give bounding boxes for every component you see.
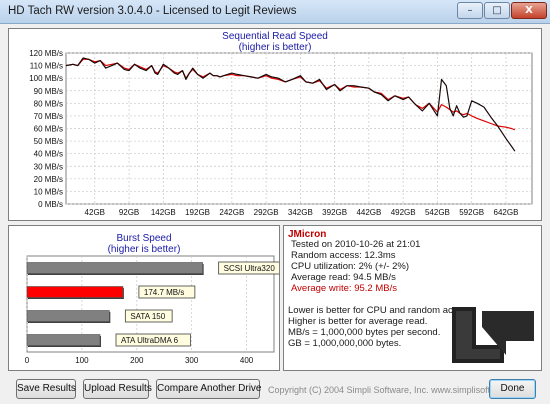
upload-results-label: Upload Results [84, 383, 152, 394]
compare-drive-button[interactable]: Compare Another Drive [156, 379, 262, 399]
burst-x-tick-label: 0 [25, 356, 30, 365]
x-tick-label: 492GB [391, 208, 416, 217]
y-tick-label: 60 MB/s [34, 125, 63, 134]
x-tick-label: 142GB [151, 208, 176, 217]
burst-speed-chart: 0 100 200 300 400 SCSI Ultra320 174.7 MB/s SATA… [25, 255, 279, 365]
close-button[interactable]: X [511, 2, 547, 19]
x-tick-label: 42GB [85, 208, 105, 217]
y-tick-label: 110 MB/s [30, 62, 63, 71]
burst-bar-label: SATA 150 [130, 312, 165, 321]
minimize-button[interactable]: – [457, 2, 483, 19]
average-write: Average write: 95.2 MB/s [291, 283, 397, 294]
window-title: HD Tach RW version 3.0.4.0 - Licensed to… [8, 5, 297, 17]
burst-bar [26, 286, 124, 298]
x-tick-label: 392GB [322, 208, 347, 217]
burst-x-tick-label: 400 [240, 356, 254, 365]
x-tick-label: 592GB [459, 208, 484, 217]
maximize-button[interactable]: □ [484, 2, 510, 19]
note-mbs-definition: MB/s = 1,000,000 bytes per second. [288, 327, 441, 338]
random-access: Random access: 12.3ms [291, 250, 396, 261]
save-results-label: Save Results [17, 383, 76, 394]
y-tick-label: 70 MB/s [34, 112, 63, 121]
done-label: Done [500, 383, 525, 394]
read-chart-panel: Sequential Read Speed (higher is better)… [8, 28, 542, 221]
burst-bar-label: ATA UltraDMA 6 [121, 336, 179, 345]
burst-bar [26, 334, 101, 346]
burst-x-tick-label: 100 [75, 356, 89, 365]
burst-bar-label: 174.7 MB/s [144, 288, 184, 297]
burst-x-tick-label: 200 [130, 356, 144, 365]
burst-bar [26, 310, 110, 322]
burst-x-tick-label: 300 [185, 356, 199, 365]
y-tick-label: 0 MB/s [38, 200, 63, 209]
x-tick-label: 342GB [288, 208, 313, 217]
burst-bar-label: SCSI Ultra320 [224, 264, 276, 273]
y-tick-label: 120 MB/s [29, 49, 63, 58]
burst-chart-panel: Burst Speed (higher is better) 0 100 200 30… [8, 225, 280, 371]
y-tick-label: 50 MB/s [34, 137, 63, 146]
x-tick-label: 442GB [356, 208, 381, 217]
x-tick-label: 292GB [254, 208, 279, 217]
y-tick-label: 80 MB/s [34, 99, 63, 108]
y-tick-label: 10 MB/s [34, 187, 63, 196]
title-bar: HD Tach RW version 3.0.4.0 - Licensed to… [0, 0, 550, 24]
y-tick-label: 20 MB/s [34, 175, 63, 184]
upload-results-button[interactable]: Upload Results [83, 379, 152, 399]
y-tick-label: 30 MB/s [34, 162, 63, 171]
legit-reviews-logo [452, 307, 534, 363]
done-button[interactable]: Done [489, 379, 536, 399]
note-gb-definition: GB = 1,000,000,000 bytes. [288, 338, 402, 349]
note-higher-better: Higher is better for average read. [288, 316, 428, 327]
cpu-utilization: CPU utilization: 2% (+/- 2%) [291, 261, 409, 272]
x-tick-label: 642GB [494, 208, 519, 217]
compare-drive-label: Compare Another Drive [157, 383, 262, 394]
burst-bar [26, 262, 203, 274]
x-tick-label: 242GB [219, 208, 244, 217]
x-tick-label: 542GB [425, 208, 450, 217]
test-date: Tested on 2010-10-26 at 21:01 [291, 239, 421, 250]
x-tick-label: 92GB [119, 208, 139, 217]
info-panel: JMicron Tested on 2010-10-26 at 21:01 Ra… [283, 225, 542, 371]
average-read: Average read: 94.5 MB/s [291, 272, 396, 283]
save-results-button[interactable]: Save Results [16, 379, 76, 399]
x-tick-label: 192GB [185, 208, 210, 217]
y-tick-label: 90 MB/s [34, 87, 63, 96]
read-speed-chart: 120 MB/s 110 MB/s 100 MB/s 90 MB/s 80 MB/s 70… [29, 49, 533, 217]
y-tick-label: 40 MB/s [34, 150, 63, 159]
y-tick-label: 100 MB/s [29, 74, 63, 83]
